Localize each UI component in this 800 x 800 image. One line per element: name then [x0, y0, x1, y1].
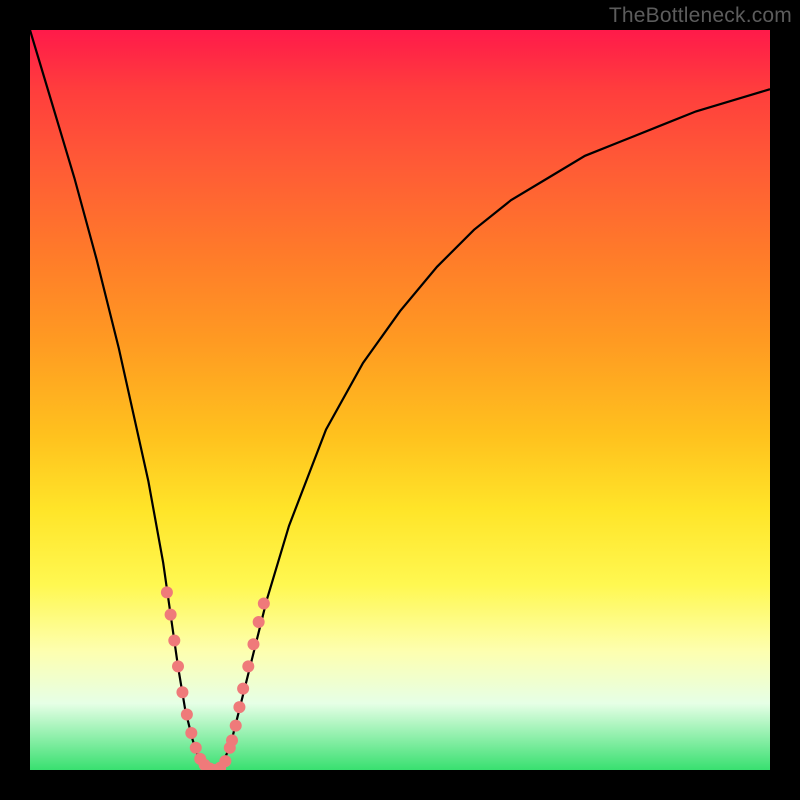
plot-area [30, 30, 770, 770]
curve-marker [237, 683, 249, 695]
chart-frame: TheBottleneck.com [0, 0, 800, 800]
curve-marker [258, 598, 270, 610]
curve-marker [242, 660, 254, 672]
curve-marker [181, 709, 193, 721]
curve-marker [226, 734, 238, 746]
curve-layer [30, 30, 770, 770]
curve-marker [219, 755, 231, 767]
curve-marker [190, 742, 202, 754]
curve-marker [176, 686, 188, 698]
curve-marker [247, 638, 259, 650]
bottleneck-curve [30, 30, 770, 770]
curve-marker [165, 609, 177, 621]
watermark-text: TheBottleneck.com [609, 4, 792, 28]
marker-group [161, 586, 270, 770]
curve-marker [233, 701, 245, 713]
curve-marker [172, 660, 184, 672]
curve-marker [230, 720, 242, 732]
curve-marker [161, 586, 173, 598]
curve-marker [253, 616, 265, 628]
curve-marker [168, 635, 180, 647]
curve-marker [185, 727, 197, 739]
